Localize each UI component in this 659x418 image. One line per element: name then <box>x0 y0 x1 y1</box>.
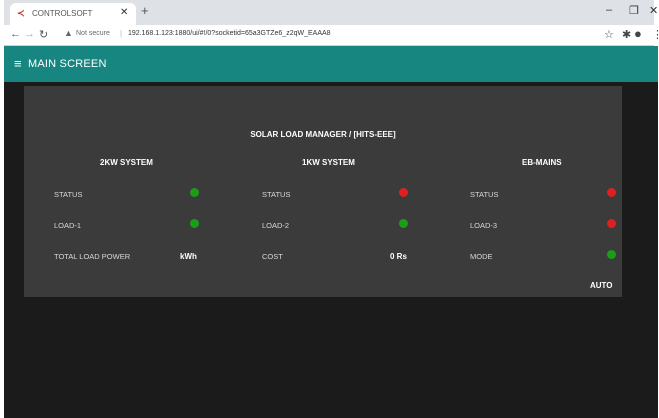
star-icon[interactable]: ☆ <box>604 28 614 41</box>
forward-icon[interactable]: → <box>24 28 35 40</box>
system-1kw-column: 1KW SYSTEM STATUS LOAD-2 COST 0 Rs <box>232 86 432 297</box>
solar-load-panel: SOLAR LOAD MANAGER / [HITS-EEE] 2KW SYST… <box>24 86 622 297</box>
browser-tab-strip: ≺ CONTROLSOFT ✕ + – ❐ ✕ <box>4 0 658 25</box>
url-text[interactable]: 192.168.1.123:1880/ui/#!/0?socketid=65a3… <box>128 30 331 37</box>
column-heading: 1KW SYSTEM <box>302 158 355 167</box>
hamburger-menu-icon[interactable]: ≡ <box>14 56 22 71</box>
window-close-icon[interactable]: ✕ <box>649 4 658 17</box>
app-header: ≡ MAIN SCREEN <box>4 46 658 82</box>
status-indicator <box>190 188 199 197</box>
reload-icon[interactable]: ↻ <box>39 28 48 41</box>
new-tab-icon[interactable]: + <box>141 3 149 18</box>
status-label: STATUS <box>54 190 83 199</box>
load-3-label: LOAD-3 <box>470 221 498 230</box>
status-label: STATUS <box>470 190 499 199</box>
system-2kw-column: 2KW SYSTEM STATUS LOAD-1 TOTAL LOAD POWE… <box>24 86 224 297</box>
controlsoft-icon: ≺ <box>17 8 25 18</box>
load-3-indicator <box>607 219 616 228</box>
status-label: STATUS <box>262 190 291 199</box>
eb-mains-column: EB-MAINS STATUS LOAD-3 MODE AUTO <box>440 86 640 297</box>
mode-label: MODE <box>470 252 493 261</box>
column-heading: EB-MAINS <box>522 158 562 167</box>
column-heading: 2KW SYSTEM <box>100 158 153 167</box>
warning-icon[interactable]: ▲ <box>64 28 73 38</box>
profile-icon[interactable]: ● <box>634 26 642 41</box>
more-menu-icon[interactable]: ⋮ <box>652 28 659 41</box>
extension-icon[interactable]: ✱ <box>622 28 631 41</box>
total-load-power-value: kWh <box>180 252 197 261</box>
url-field[interactable]: ▲ Not secure | 192.168.1.123:1880/ui/#!/… <box>56 27 596 42</box>
divider: | <box>120 29 123 38</box>
dashboard-area: SOLAR LOAD MANAGER / [HITS-EEE] 2KW SYST… <box>4 82 658 418</box>
address-bar: ← → ↻ ▲ Not secure | 192.168.1.123:1880/… <box>4 25 659 46</box>
mode-indicator <box>607 250 616 259</box>
back-icon[interactable]: ← <box>10 28 21 40</box>
tab-title: CONTROLSOFT <box>32 9 93 18</box>
browser-tab[interactable]: ≺ CONTROLSOFT ✕ <box>10 3 136 25</box>
load-1-label: LOAD-1 <box>54 221 82 230</box>
not-secure-label: Not secure <box>76 30 110 37</box>
restore-icon[interactable]: ❐ <box>629 4 639 17</box>
load-2-label: LOAD-2 <box>262 221 290 230</box>
mode-value: AUTO <box>590 281 613 290</box>
status-indicator <box>607 188 616 197</box>
total-load-power-label: TOTAL LOAD POWER <box>54 252 131 261</box>
cost-value: 0 Rs <box>390 252 407 261</box>
page-title: MAIN SCREEN <box>28 58 107 70</box>
cost-label: COST <box>262 252 283 261</box>
minimize-icon[interactable]: – <box>606 4 612 16</box>
load-2-indicator <box>399 219 408 228</box>
status-indicator <box>399 188 408 197</box>
load-1-indicator <box>190 219 199 228</box>
close-icon[interactable]: ✕ <box>120 7 128 18</box>
